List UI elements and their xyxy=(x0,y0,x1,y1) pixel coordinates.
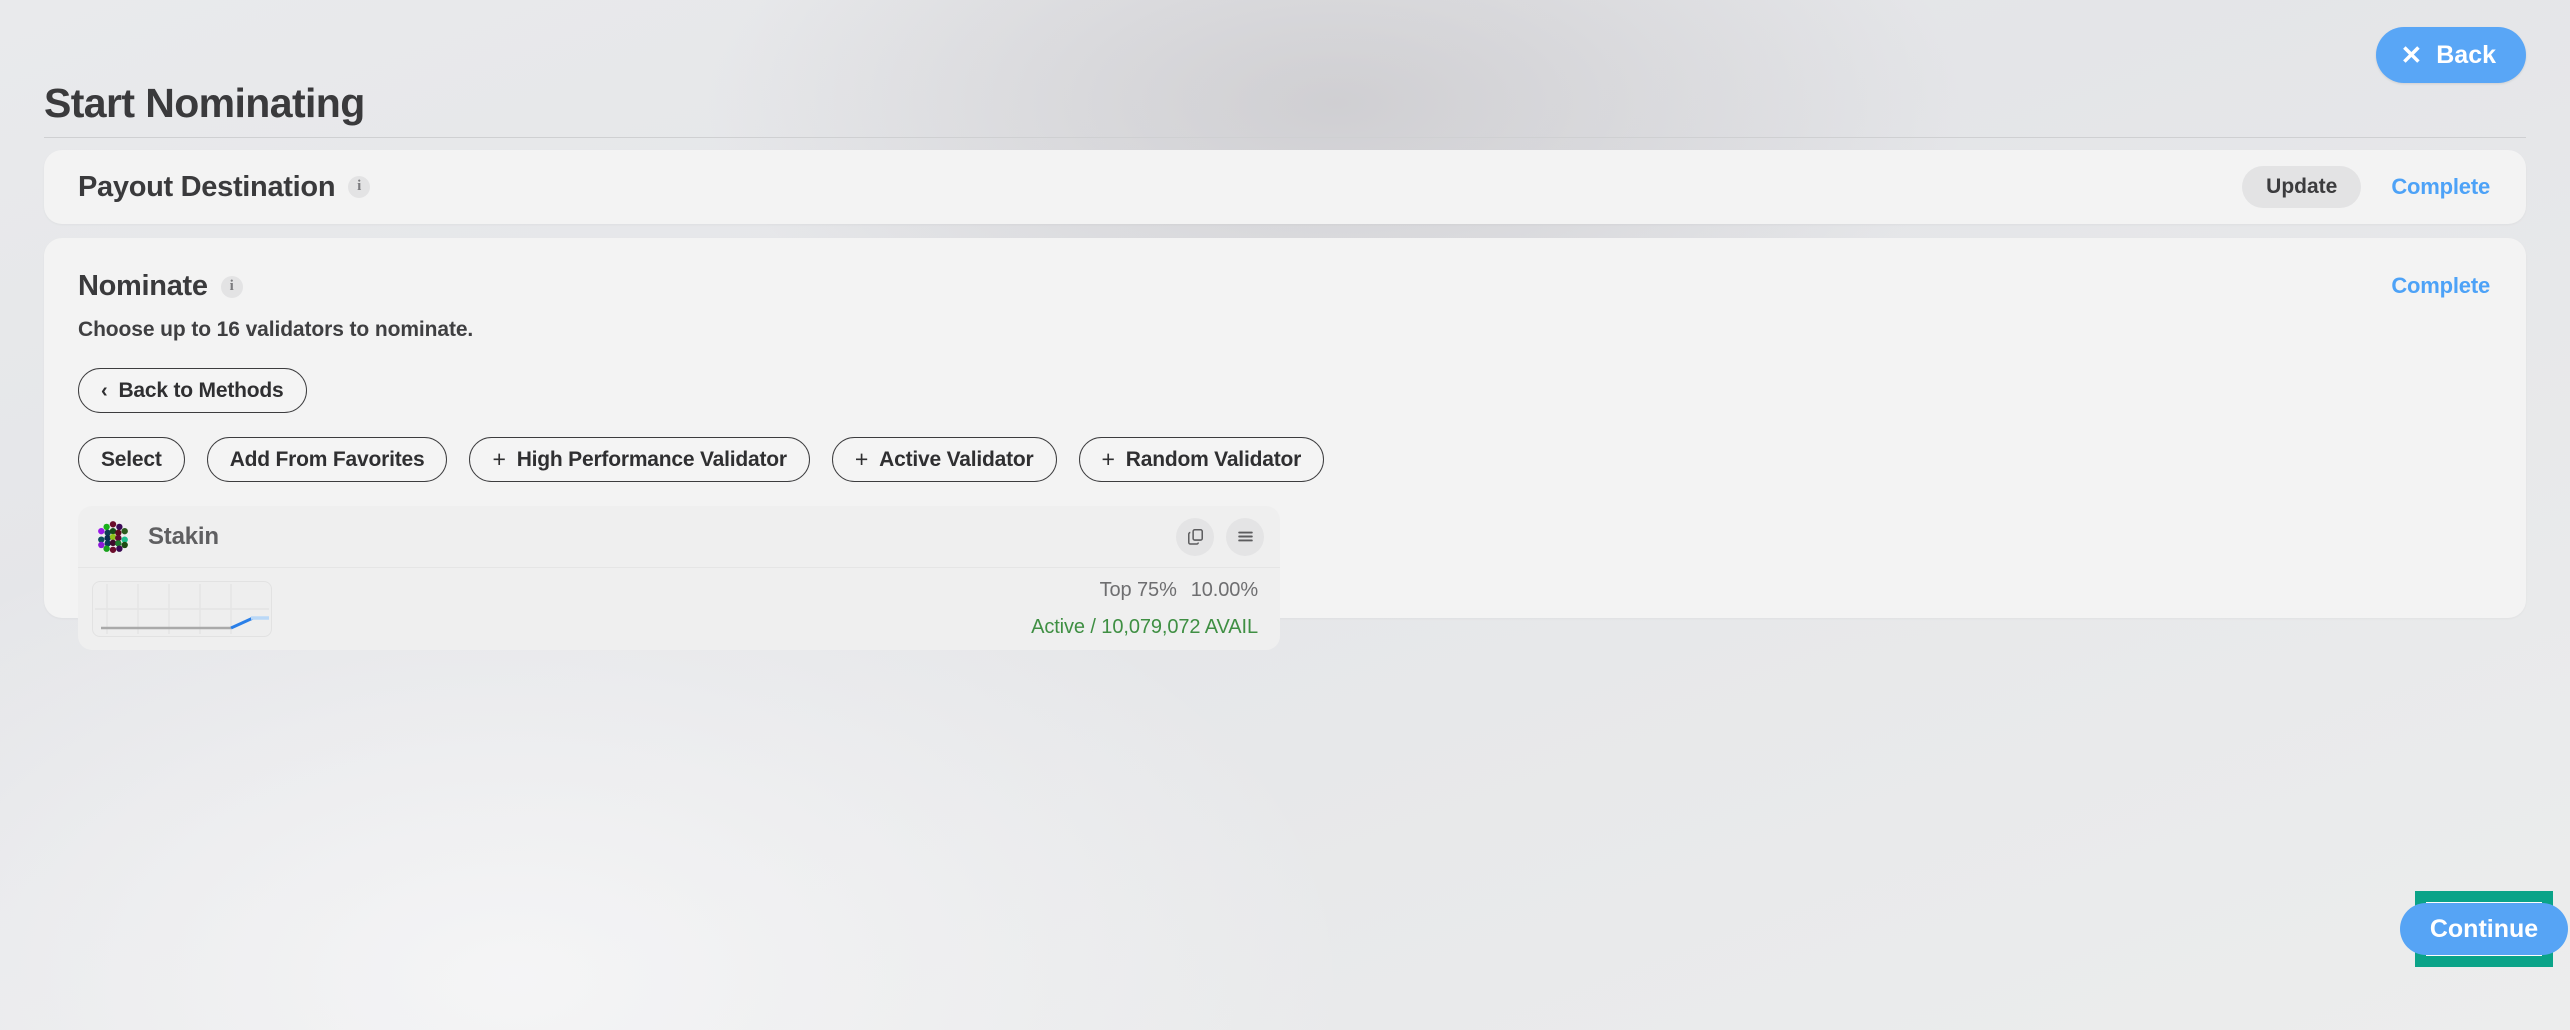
active-validator-button[interactable]: + Active Validator xyxy=(831,437,1057,482)
validator-status-badge: Active / 10,079,072 AVAIL xyxy=(1031,616,1258,638)
chevron-left-icon: ‹ xyxy=(101,379,108,402)
validator-card-header: Stakin xyxy=(78,506,1280,568)
plus-icon: + xyxy=(854,446,869,472)
info-icon[interactable]: i xyxy=(220,275,243,298)
validator-commission: 10.00% xyxy=(1190,579,1258,601)
back-button-label: Back xyxy=(2436,40,2496,69)
title-divider xyxy=(44,137,2526,138)
nominate-card: Complete Nominate i Choose up to 16 vali… xyxy=(44,238,2526,650)
active-validator-label: Active Validator xyxy=(879,447,1034,471)
continue-button-highlight: Continue xyxy=(2399,891,2569,967)
validator-rank-label: Top 75% xyxy=(1099,579,1177,601)
random-validator-button[interactable]: + Random Validator xyxy=(1078,437,1325,482)
plus-icon: + xyxy=(1101,446,1115,472)
info-icon[interactable]: i xyxy=(348,176,371,198)
validator-rank-row: Top 75% 10.00% xyxy=(1031,579,1258,602)
high-performance-validator-label: High Performance Validator xyxy=(516,447,787,471)
back-to-methods-label: Back to Methods xyxy=(118,378,284,402)
copy-icon xyxy=(1187,529,1203,545)
select-button[interactable]: Select xyxy=(78,437,185,482)
validator-name: Stakin xyxy=(148,522,219,550)
back-button[interactable]: ✕ Back xyxy=(2376,27,2526,83)
hamburger-menu-icon xyxy=(1237,531,1253,542)
high-performance-validator-button[interactable]: + High Performance Validator xyxy=(469,437,810,482)
back-to-methods-button[interactable]: ‹ Back to Methods xyxy=(78,368,307,413)
nominate-complete-link[interactable]: Complete xyxy=(2391,273,2490,299)
start-nominating-page: ✕ Back Start Nominating Payout Destinati… xyxy=(0,0,2570,1030)
select-label: Select xyxy=(101,447,162,471)
payout-destination-title: Payout Destination xyxy=(78,170,336,203)
sparkline-svg xyxy=(95,584,269,634)
validator-menu-button[interactable] xyxy=(1226,517,1264,556)
polkadot-identicon xyxy=(98,520,128,553)
validator-card[interactable]: Stakin Top 75% 10.00% Active / 10,079,07… xyxy=(78,506,1280,650)
nominate-header: Nominate i xyxy=(78,270,2490,303)
payout-destination-header: Payout Destination i xyxy=(78,170,371,204)
payout-destination-card: Payout Destination i Update Complete xyxy=(44,150,2526,224)
continue-button[interactable]: Continue xyxy=(2399,903,2569,955)
random-validator-label: Random Validator xyxy=(1125,447,1302,471)
payout-complete-link[interactable]: Complete xyxy=(2391,174,2490,200)
copy-address-button[interactable] xyxy=(1176,517,1214,556)
page-title: Start Nominating xyxy=(44,80,365,126)
methods-row: ‹ Back to Methods xyxy=(78,368,2490,413)
validator-card-body: Top 75% 10.00% Active / 10,079,072 AVAIL xyxy=(78,568,1280,650)
validator-filter-row: Select Add From Favorites + High Perform… xyxy=(78,437,2490,482)
nominate-subtitle: Choose up to 16 validators to nominate. xyxy=(78,318,474,341)
chart-series-current xyxy=(230,616,254,630)
validator-stats: Top 75% 10.00% Active / 10,079,072 AVAIL xyxy=(1031,579,1258,639)
close-icon: ✕ xyxy=(2400,40,2423,70)
validator-sparkline-chart xyxy=(92,581,272,637)
update-button[interactable]: Update xyxy=(2242,166,2362,208)
plus-icon: + xyxy=(492,446,506,472)
add-from-favorites-label: Add From Favorites xyxy=(229,447,425,471)
chart-gridlines xyxy=(95,584,269,634)
nominate-title: Nominate xyxy=(78,270,208,302)
add-from-favorites-button[interactable]: Add From Favorites xyxy=(206,437,448,482)
